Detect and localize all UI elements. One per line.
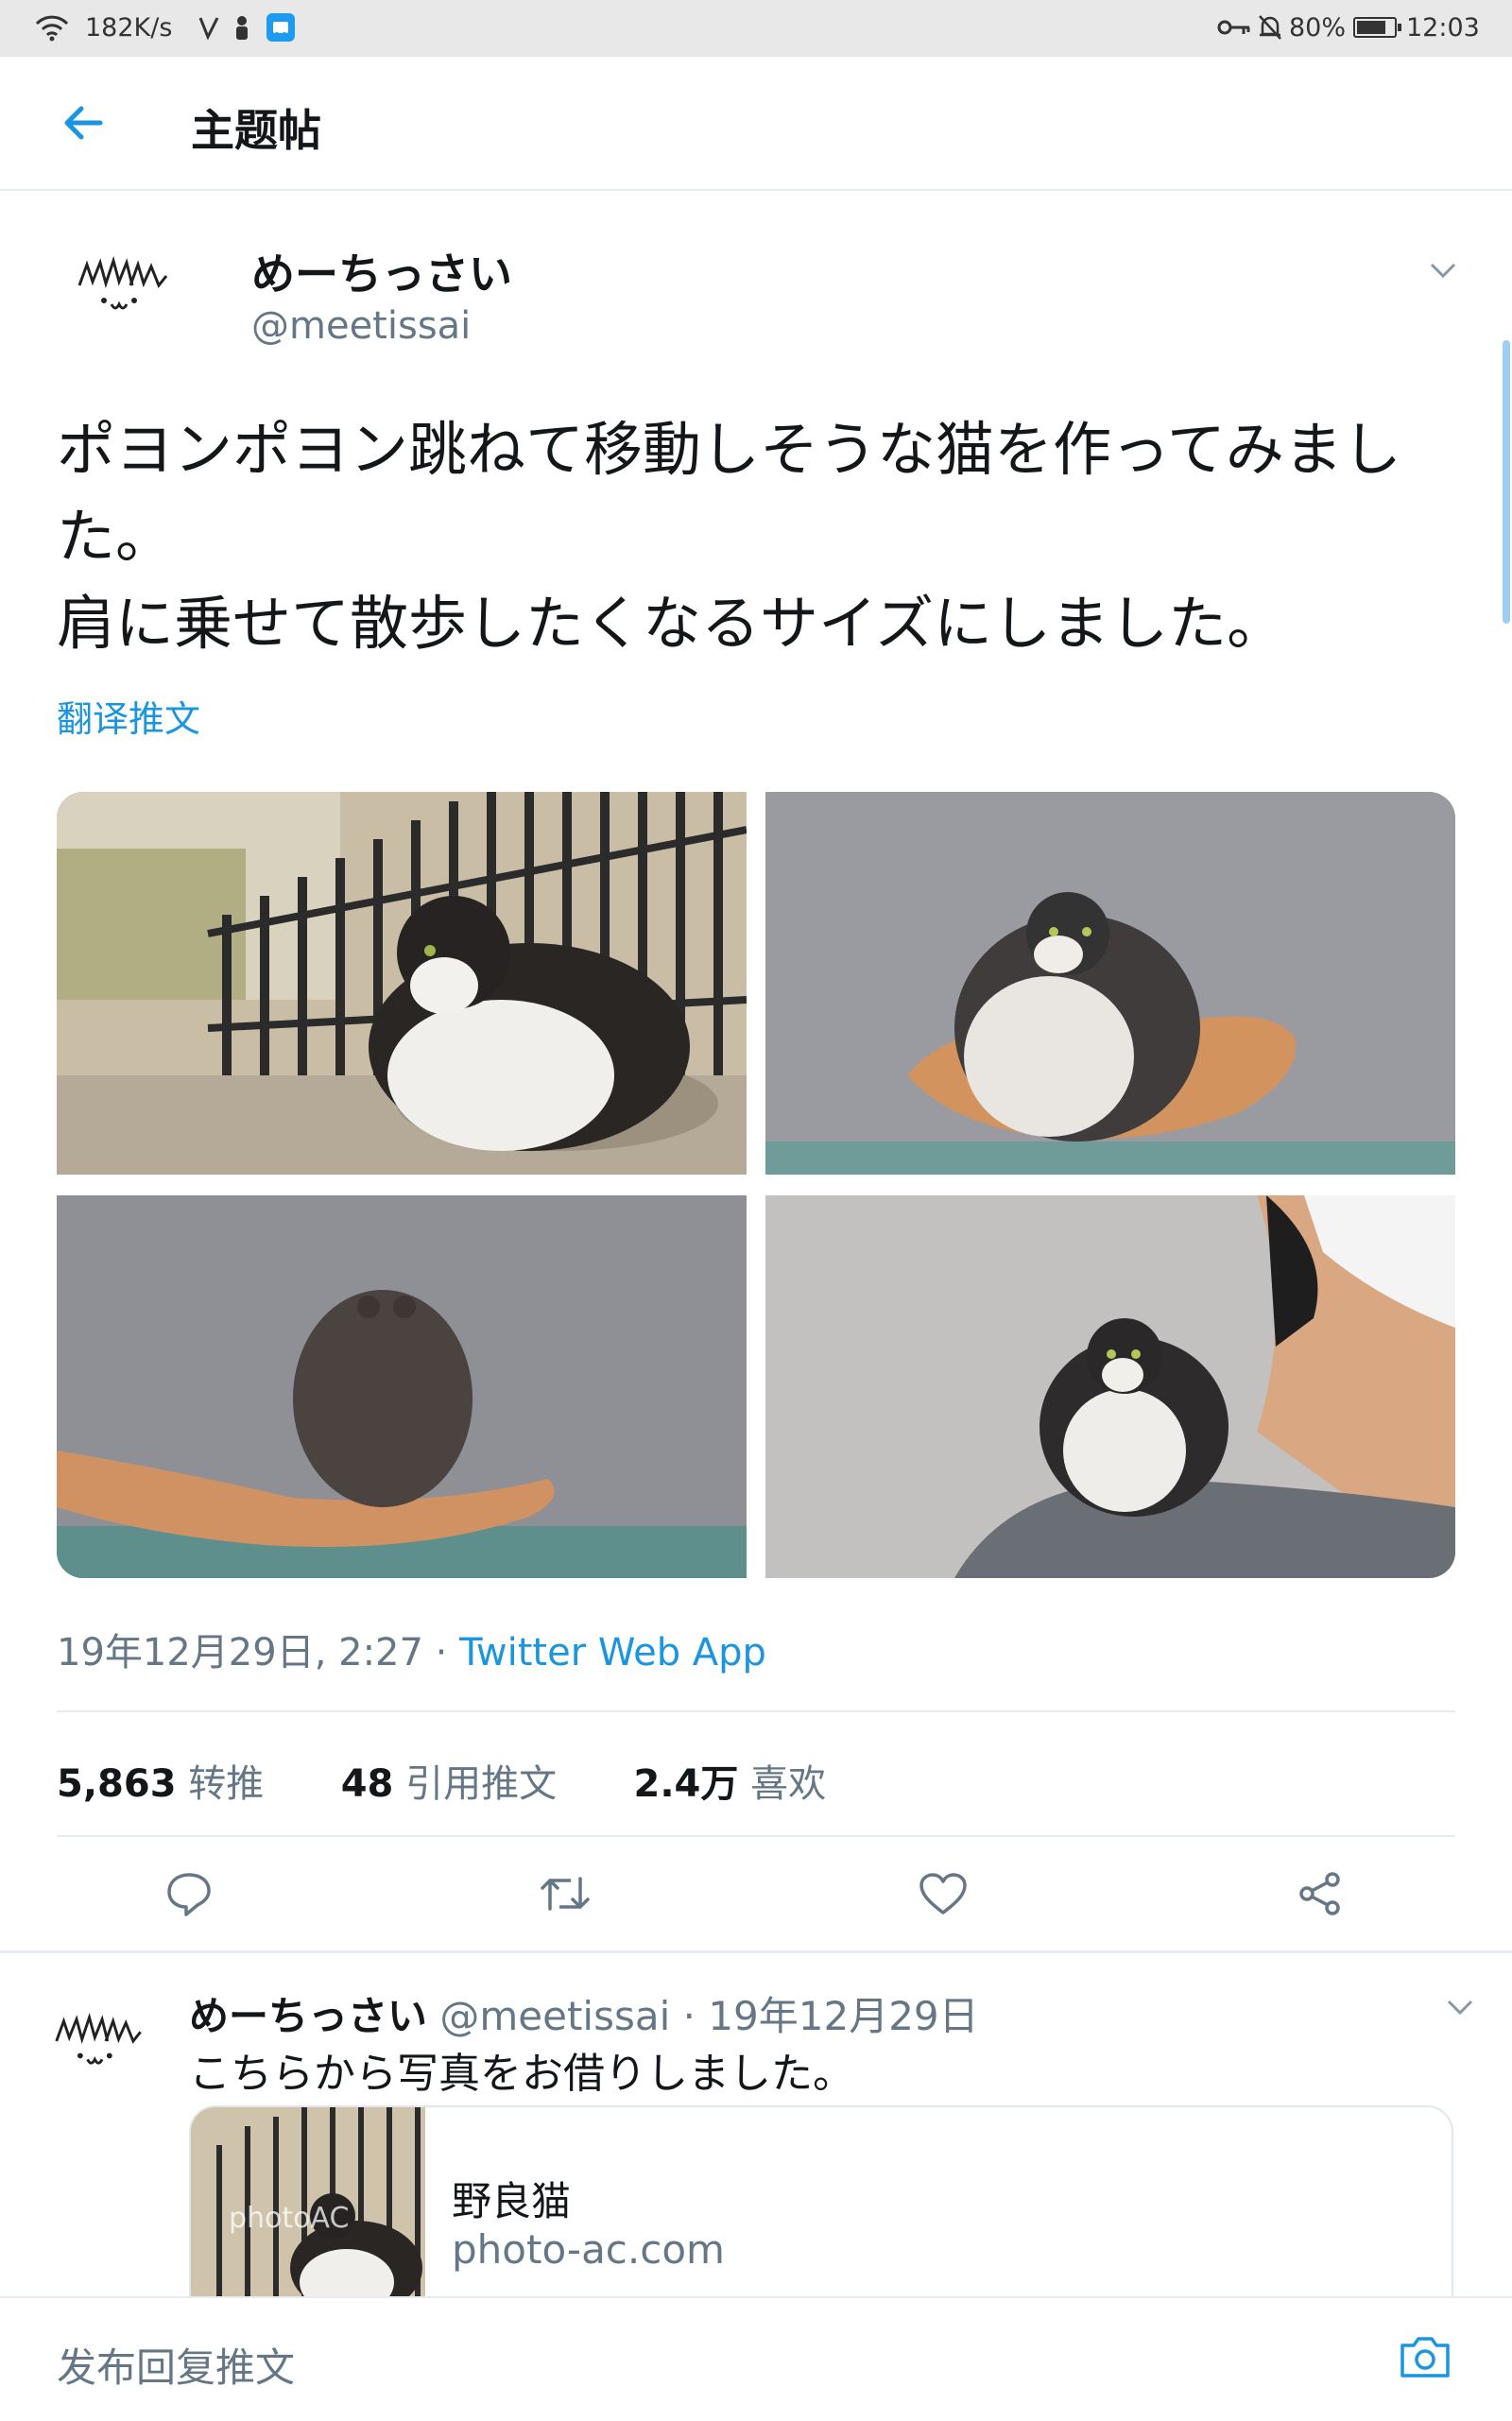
link-card-domain: photo-ac.com <box>452 2226 725 2273</box>
divider <box>0 1950 1512 1953</box>
reply-icon[interactable] <box>165 1871 213 1916</box>
app-notification-icon <box>266 13 295 42</box>
clock: 12:03 <box>1406 13 1480 43</box>
tweet-text: ポヨンポヨン跳ねて移動しそうな猫を作ってみました。 肩に乗せて散歩したくなるサイ… <box>57 415 1401 658</box>
likes-count: 2.4万 <box>633 1762 739 1806</box>
avatar[interactable] <box>72 248 185 323</box>
doodle-avatar-icon <box>55 2012 142 2065</box>
share-icon[interactable] <box>1297 1871 1344 1916</box>
back-arrow-icon[interactable] <box>62 104 104 142</box>
divider <box>57 1835 1455 1837</box>
photo-figure-in-palm <box>765 792 1455 1175</box>
key-icon <box>1217 20 1250 35</box>
v-notification-icon <box>198 17 219 40</box>
retweets-count: 5,863 <box>57 1762 177 1806</box>
retweets-label: 转推 <box>188 1762 265 1806</box>
author-name[interactable]: めーちっさい <box>251 240 512 302</box>
tweet-timestamp-row: 19年12月29日, 2:27 · Twitter Web App <box>57 1622 766 1676</box>
battery-icon <box>1353 17 1401 38</box>
person-notification-icon <box>236 16 248 40</box>
quotes-label: 引用推文 <box>405 1762 558 1806</box>
tweet-stats: 5,863 转推 48 引用推文 2.4万 喜欢 <box>57 1753 826 1808</box>
author-handle[interactable]: @meetissai <box>251 304 471 348</box>
retweets-stat[interactable]: 5,863 转推 <box>57 1762 264 1806</box>
chevron-down-icon[interactable] <box>1429 261 1457 280</box>
camera-icon[interactable] <box>1399 2334 1452 2379</box>
wifi-icon <box>35 15 69 42</box>
photo-4-figure-on-shoulder[interactable] <box>765 1195 1455 1578</box>
like-heart-icon[interactable] <box>919 1873 968 1916</box>
photo-1-real-cat[interactable] <box>57 792 747 1175</box>
reply-composer: 发布回复推文 <box>0 2296 1512 2421</box>
battery-percent: 80% <box>1289 13 1347 43</box>
reply-input[interactable]: 发布回复推文 <box>57 2336 295 2394</box>
reply-author-name[interactable]: めーちっさい <box>189 1993 427 2039</box>
reply-header: めーちっさい @meetissai · 19年12月29日 <box>189 1984 979 2042</box>
translate-tweet-link[interactable]: 翻译推文 <box>57 690 200 742</box>
retweet-icon[interactable] <box>539 1873 592 1914</box>
chevron-down-icon[interactable] <box>1446 1998 1474 2017</box>
tweet-source-link[interactable]: Twitter Web App <box>459 1631 766 1674</box>
mute-bell-icon <box>1259 15 1281 40</box>
page-title: 主题帖 <box>191 105 321 156</box>
photo-figure-back-view <box>57 1195 747 1578</box>
photoac-watermark: photoAC <box>229 2202 350 2235</box>
net-speed: 182K/s <box>85 13 173 43</box>
doodle-avatar-icon <box>77 255 168 310</box>
top-bar: 主题帖 <box>0 57 1512 191</box>
reply-text: こちらから写真をお借りしました。 <box>189 2050 854 2098</box>
photo-figure-on-shoulder <box>765 1195 1455 1578</box>
divider <box>57 1710 1455 1712</box>
quotes-stat[interactable]: 48 引用推文 <box>341 1762 557 1806</box>
scrollbar[interactable] <box>1503 340 1510 624</box>
quotes-count: 48 <box>340 1762 394 1806</box>
likes-stat[interactable]: 2.4万 喜欢 <box>634 1762 827 1806</box>
photo-2-figure-in-hand[interactable] <box>765 792 1455 1175</box>
status-bar: 182K/s 80% 12:03 <box>0 0 1512 57</box>
photo-cat-by-fence <box>57 792 747 1175</box>
likes-label: 喜欢 <box>750 1762 827 1806</box>
tweet-timestamp: 19年12月29日, 2:27 · <box>57 1631 460 1674</box>
reply-avatar[interactable] <box>49 2003 159 2079</box>
battery-level <box>1357 21 1386 34</box>
link-card-title: 野良猫 <box>452 2178 572 2224</box>
photo-3-figure-back[interactable] <box>57 1195 747 1578</box>
reply-meta: @meetissai · 19年12月29日 <box>439 1993 979 2039</box>
